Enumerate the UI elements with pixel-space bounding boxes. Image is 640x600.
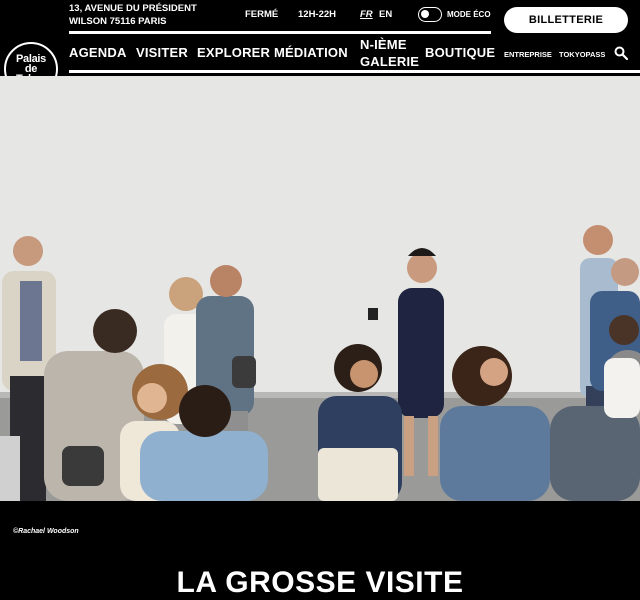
nav-item-tokyopass[interactable]: TOKYOPASS — [559, 50, 605, 59]
photo-credit: ©Rachael Woodson — [13, 528, 79, 535]
lang-en-link[interactable]: EN — [379, 9, 392, 20]
header-divider — [69, 31, 491, 34]
search-icon[interactable] — [614, 46, 628, 60]
visitor-figure — [0, 436, 20, 501]
nav-item-explorer[interactable]: EXPLORER — [197, 45, 270, 60]
hero-photo — [0, 76, 640, 501]
eco-mode-label: MODE ÉCO — [447, 10, 491, 19]
nav-item-mediation[interactable]: MÉDIATION — [274, 45, 348, 60]
group-visit-photo — [0, 76, 640, 501]
nav-underline — [69, 70, 640, 73]
page-title: LA GROSSE VISITE — [176, 566, 464, 599]
nav-item-boutique[interactable]: BOUTIQUE — [425, 45, 495, 60]
nav-item-visiter[interactable]: VISITER — [136, 45, 188, 60]
opening-hours: 12H-22H — [298, 9, 337, 20]
address: 13, AVENUE DU PRÉSIDENT WILSON 75116 PAR… — [69, 3, 197, 27]
opening-status: FERMÉ — [245, 9, 279, 20]
visitor-figure — [604, 315, 640, 418]
nav-item-entreprise[interactable]: ENTREPRISE — [504, 50, 552, 59]
ticket-button[interactable]: BILLETTERIE — [504, 7, 628, 33]
lang-fr-link[interactable]: FR — [360, 9, 373, 20]
toggle-switch-icon[interactable] — [418, 7, 442, 22]
eco-mode-toggle[interactable]: MODE ÉCO — [418, 7, 491, 22]
nav-item-nieme-galerie[interactable]: N-IÈME GALERIE — [360, 36, 419, 70]
nav-item-agenda[interactable]: AGENDA — [69, 45, 127, 60]
